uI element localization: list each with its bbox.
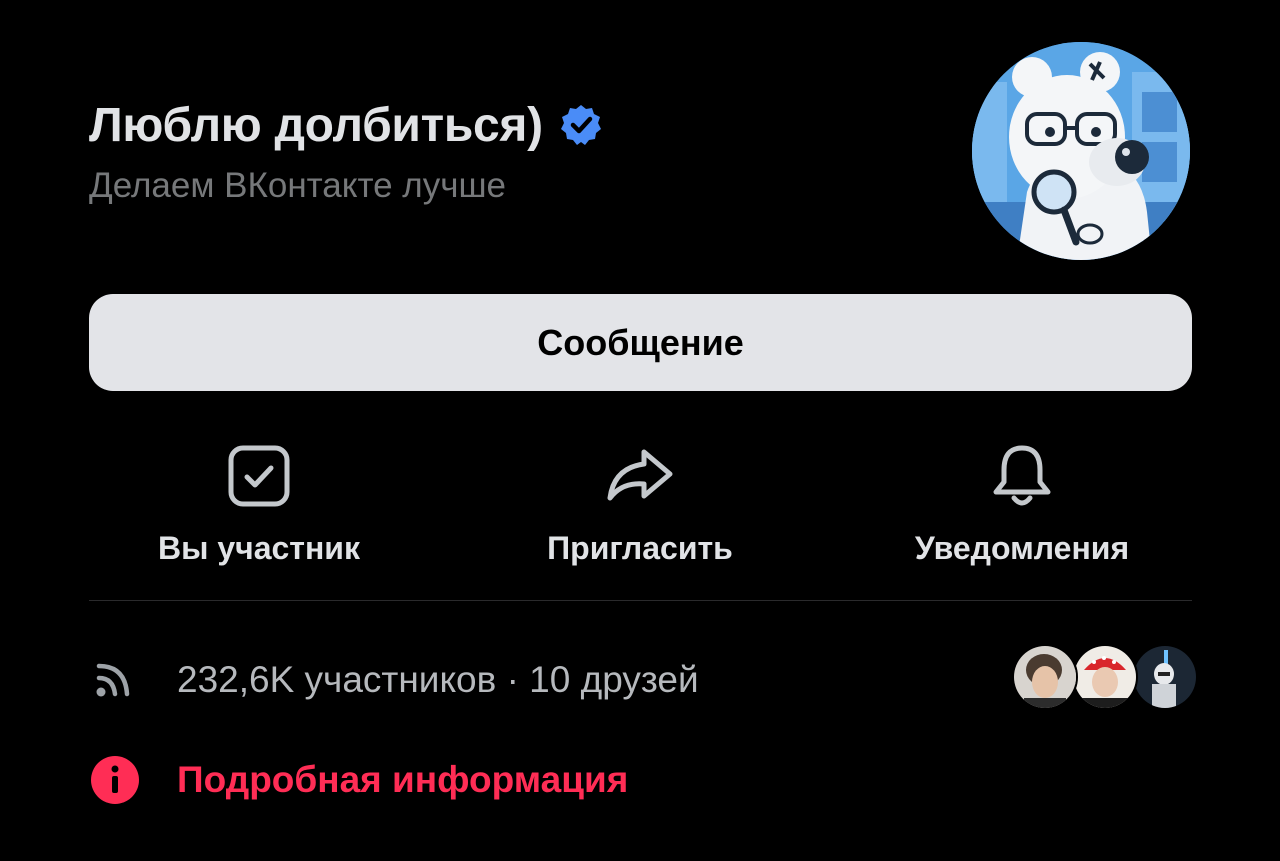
friend-avatar [1132,644,1198,710]
friends-avatars[interactable] [1012,644,1198,710]
friend-avatar [1012,644,1078,710]
member-status-label: Вы участник [158,530,360,566]
community-status: Делаем ВКонтакте лучше [89,166,507,205]
checkbox-checked-icon [223,440,295,512]
details-label: Подробная информация [177,759,629,800]
invite-button[interactable]: Пригласить [460,440,820,580]
members-count-text: 232,6K участников · 10 друзей [177,659,699,700]
member-status-button[interactable]: Вы участник [79,440,439,580]
title-row: Люблю долбиться) [89,90,959,160]
notifications-label: Уведомления [914,530,1130,566]
invite-label: Пригласить [547,530,733,566]
notifications-button[interactable]: Уведомления [842,440,1202,580]
share-arrow-icon [604,440,676,512]
message-button[interactable]: Сообщение [89,294,1192,391]
details-link[interactable]: Подробная информация [89,745,628,815]
community-header: Люблю долбиться) Делаем ВКонтакте лучше [89,90,959,206]
bell-icon [986,440,1058,512]
info-icon [89,754,141,806]
members-stats[interactable]: 232,6K участников · 10 друзей [89,645,699,715]
rss-icon [89,656,137,704]
community-name: Люблю долбиться) [89,98,543,152]
community-avatar[interactable] [972,42,1190,260]
divider [89,600,1192,601]
verified-badge-icon [559,103,603,147]
friend-avatar [1072,644,1138,710]
